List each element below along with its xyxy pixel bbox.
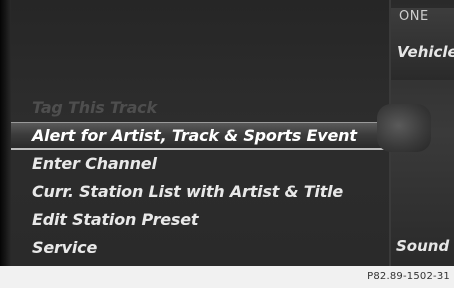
sound-menu-label[interactable]: Sound bbox=[396, 237, 449, 255]
menu-item-alert-artist-track-sports[interactable]: Alert for Artist, Track & Sports Event bbox=[11, 122, 389, 150]
menu-item-enter-channel[interactable]: Enter Channel bbox=[11, 150, 389, 178]
options-menu-list: Tag This Track Alert for Artist, Track &… bbox=[11, 94, 389, 262]
menu-item-edit-station-preset[interactable]: Edit Station Preset bbox=[11, 206, 389, 234]
controller-knob-graphic bbox=[377, 104, 431, 152]
menu-item-station-list[interactable]: Curr. Station List with Artist & Title bbox=[11, 178, 389, 206]
left-bezel bbox=[0, 0, 11, 266]
vehicle-menu-label[interactable]: Vehicle bbox=[397, 43, 454, 61]
display-screen: Tag This Track Alert for Artist, Track &… bbox=[0, 0, 454, 266]
right-side-panel: ONE Vehicle Sound bbox=[377, 0, 454, 266]
menu-item-tag-this-track: Tag This Track bbox=[32, 98, 157, 117]
figure-reference-code: P82.89-1502-31 bbox=[367, 271, 450, 282]
options-menu-panel: Tag This Track Alert for Artist, Track &… bbox=[11, 0, 391, 266]
menu-item-service[interactable]: Service bbox=[11, 234, 389, 262]
right-top-label: ONE bbox=[399, 9, 429, 24]
